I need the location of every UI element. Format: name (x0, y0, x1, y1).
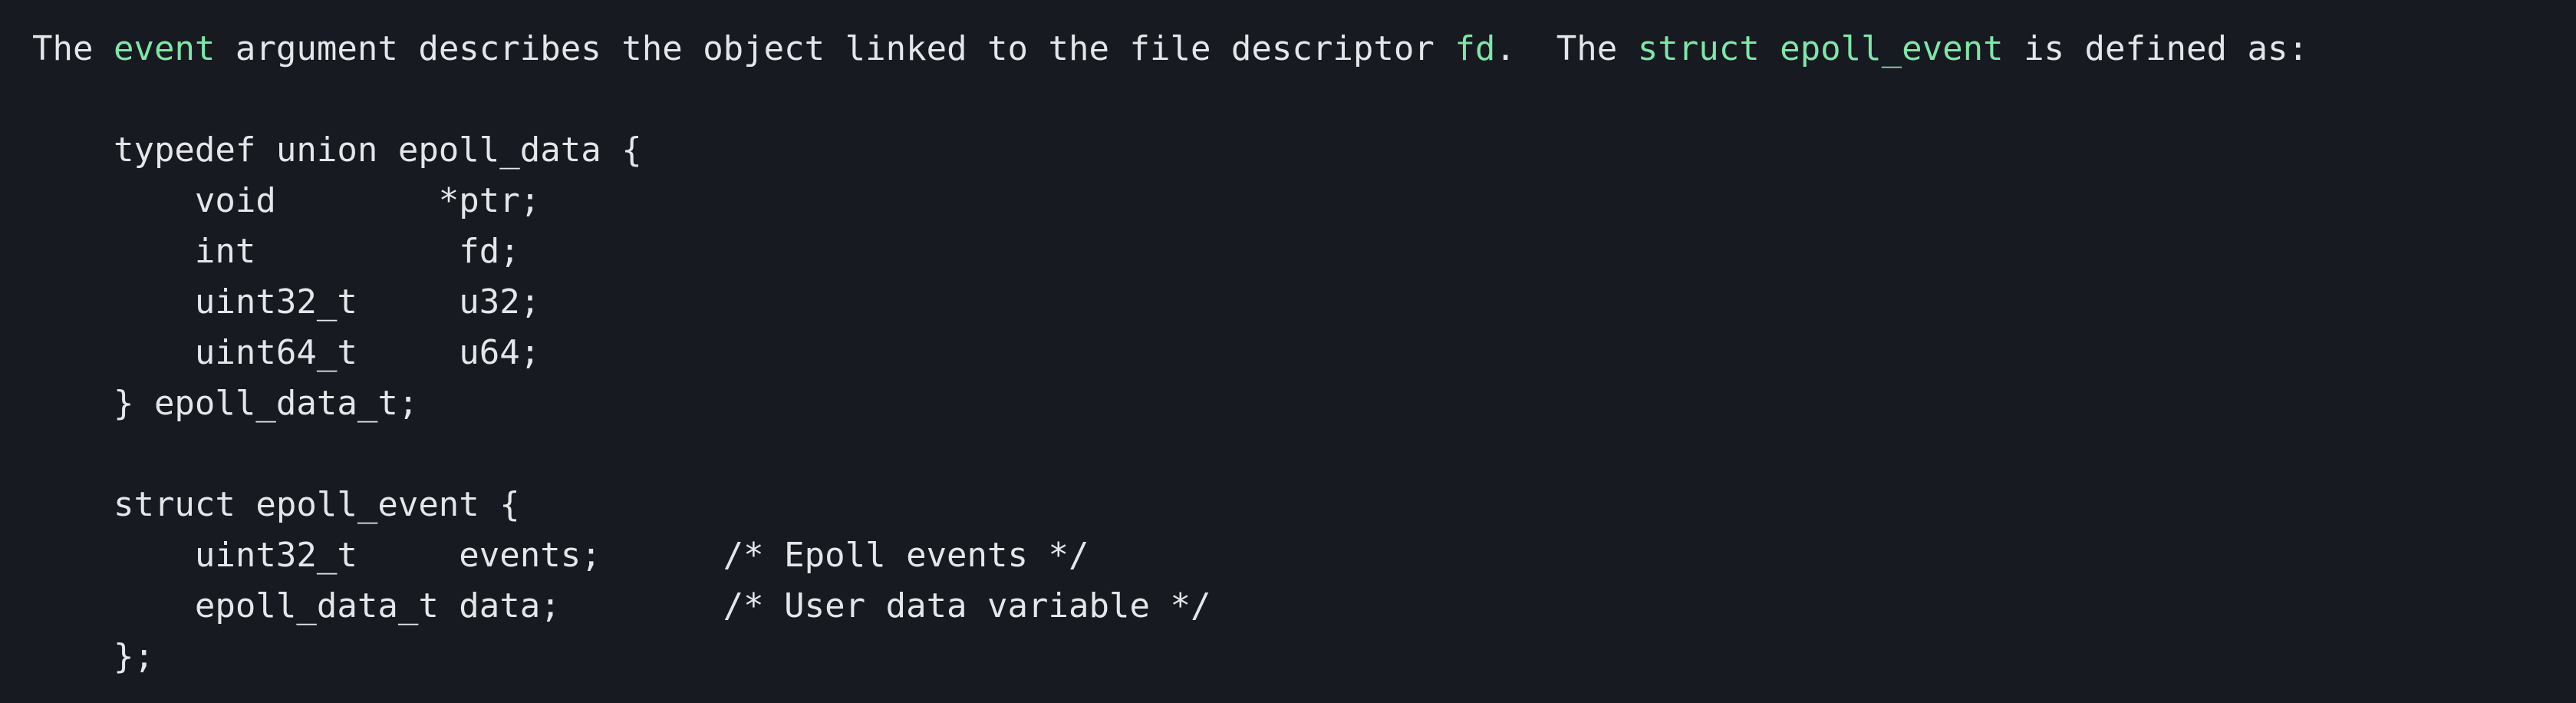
intro-line: The event argument describes the object … (32, 24, 2308, 74)
intro-text-1: The (32, 29, 114, 68)
man-page-terminal: The event argument describes the object … (0, 0, 2576, 703)
intro-text-4: is defined as: (2003, 29, 2308, 68)
code-union-u64: uint64_t u64; (32, 333, 541, 372)
code-union-close: } epoll_data_t; (32, 384, 419, 423)
struct-name-highlight: struct epoll_event (1637, 29, 2004, 68)
code-union-fd: int fd; (32, 232, 520, 271)
code-struct-data: epoll_data_t data; /* User data variable… (32, 586, 1211, 625)
code-struct-close: }; (32, 637, 154, 676)
code-struct-open: struct epoll_event { (32, 485, 520, 524)
code-union-open: typedef union epoll_data { (32, 130, 642, 170)
event-argument-highlight: event (113, 29, 216, 68)
code-union-u32: uint32_t u32; (32, 282, 541, 322)
intro-text-2: argument describes the object linked to … (215, 29, 1455, 68)
code-struct-events: uint32_t events; /* Epoll events */ (32, 536, 1089, 575)
fd-highlight: fd (1454, 29, 1496, 68)
intro-text-3: . The (1495, 29, 1638, 68)
code-union-ptr: void *ptr; (32, 181, 541, 220)
